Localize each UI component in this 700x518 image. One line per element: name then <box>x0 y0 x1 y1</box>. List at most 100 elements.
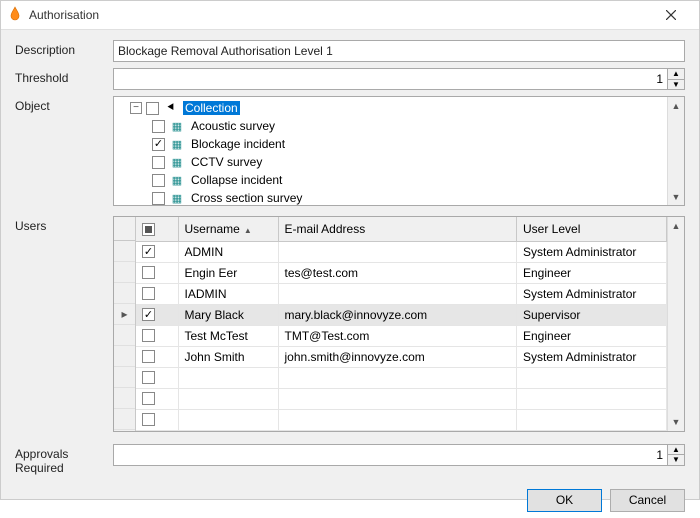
tree-child-checkbox[interactable] <box>152 174 165 187</box>
cell-username[interactable] <box>178 409 278 430</box>
table-row[interactable]: Mary Blackmary.black@innovyze.comSupervi… <box>136 304 667 325</box>
approvals-stepper[interactable]: ▲ ▼ <box>113 444 685 466</box>
cell-username[interactable]: Mary Black <box>178 304 278 325</box>
row-header[interactable] <box>114 367 135 388</box>
row-header[interactable] <box>114 262 135 283</box>
cell-username[interactable] <box>178 388 278 409</box>
tree-child-checkbox[interactable] <box>152 156 165 169</box>
cell-email[interactable]: mary.black@innovyze.com <box>278 304 517 325</box>
description-input[interactable] <box>113 40 685 62</box>
threshold-stepper[interactable]: ▲ ▼ <box>113 68 685 90</box>
users-grid[interactable]: ▸ Username▲ E-mail Address User Level <box>113 216 685 432</box>
row-header[interactable] <box>114 409 135 430</box>
tree-root-row[interactable]: − ⯇ Collection <box>118 99 667 117</box>
cell-email[interactable] <box>278 241 517 262</box>
object-tree[interactable]: − ⯇ Collection ▦Acoustic survey▦Blockage… <box>113 96 685 206</box>
tree-child-label[interactable]: CCTV survey <box>189 155 264 169</box>
cell-email[interactable] <box>278 388 517 409</box>
tree-child-label[interactable]: Collapse incident <box>189 173 284 187</box>
threshold-row: Threshold ▲ ▼ <box>15 68 685 90</box>
tree-child-checkbox[interactable] <box>152 138 165 151</box>
row-checkbox[interactable] <box>142 287 155 300</box>
tree-root-label[interactable]: Collection <box>183 101 240 115</box>
cell-username[interactable]: IADMIN <box>178 283 278 304</box>
approvals-spin-up[interactable]: ▲ <box>667 444 685 455</box>
row-header[interactable] <box>114 346 135 367</box>
tree-root-checkbox[interactable] <box>146 102 159 115</box>
table-row[interactable] <box>136 367 667 388</box>
tree-child-row[interactable]: ▦Cross section survey <box>118 189 667 206</box>
cell-username[interactable] <box>178 367 278 388</box>
tree-child-row[interactable]: ▦Blockage incident <box>118 135 667 153</box>
cell-email[interactable]: john.smith@innovyze.com <box>278 346 517 367</box>
column-header-level[interactable]: User Level <box>517 217 667 241</box>
table-row[interactable]: IADMIN System Administrator <box>136 283 667 304</box>
tree-child-row[interactable]: ▦ Collapse incident <box>118 171 667 189</box>
approvals-spin-down[interactable]: ▼ <box>667 454 685 466</box>
cell-level[interactable]: System Administrator <box>517 346 667 367</box>
tree-child-label[interactable]: Blockage incident <box>189 137 287 151</box>
table-row[interactable]: ADMIN System Administrator <box>136 241 667 262</box>
row-checkbox[interactable] <box>142 308 155 321</box>
document-icon: ▦ <box>169 173 185 187</box>
tree-child-label[interactable]: Cross section survey <box>189 191 304 205</box>
row-checkbox[interactable] <box>142 329 155 342</box>
column-header-username[interactable]: Username▲ <box>178 217 278 241</box>
row-checkbox[interactable] <box>142 371 155 384</box>
cell-level[interactable]: System Administrator <box>517 283 667 304</box>
cell-username[interactable]: Engin Eer <box>178 262 278 283</box>
column-header-email[interactable]: E-mail Address <box>278 217 517 241</box>
tree-child-label[interactable]: Acoustic survey <box>189 119 277 133</box>
cancel-button[interactable]: Cancel <box>610 489 685 512</box>
table-row[interactable]: John Smithjohn.smith@innovyze.comSystem … <box>136 346 667 367</box>
object-tree-scrollbar[interactable]: ▲ ▼ <box>667 97 684 205</box>
table-row[interactable] <box>136 409 667 430</box>
table-row[interactable]: Test McTestTMT@Test.comEngineer <box>136 325 667 346</box>
cell-email[interactable] <box>278 409 517 430</box>
cell-level[interactable]: Engineer <box>517 262 667 283</box>
row-header[interactable] <box>114 241 135 262</box>
close-button[interactable] <box>651 1 691 29</box>
approvals-input[interactable] <box>113 444 667 466</box>
cell-level[interactable] <box>517 367 667 388</box>
cell-level[interactable]: System Administrator <box>517 241 667 262</box>
row-checkbox[interactable] <box>142 266 155 279</box>
tree-collapse-icon[interactable]: − <box>130 102 142 114</box>
scroll-up-icon[interactable]: ▲ <box>668 217 684 234</box>
cell-level[interactable] <box>517 409 667 430</box>
users-grid-scrollbar[interactable]: ▲ ▼ <box>667 217 684 431</box>
cell-username[interactable]: ADMIN <box>178 241 278 262</box>
cell-email[interactable]: tes@test.com <box>278 262 517 283</box>
tree-child-row[interactable]: ▦CCTV survey <box>118 153 667 171</box>
ok-button[interactable]: OK <box>527 489 602 512</box>
threshold-input[interactable] <box>113 68 667 90</box>
scroll-down-icon[interactable]: ▼ <box>668 188 684 205</box>
table-row[interactable]: Engin Eertes@test.comEngineer <box>136 262 667 283</box>
cell-email[interactable]: TMT@Test.com <box>278 325 517 346</box>
cell-level[interactable]: Supervisor <box>517 304 667 325</box>
threshold-spin-down[interactable]: ▼ <box>667 79 685 91</box>
row-checkbox[interactable] <box>142 350 155 363</box>
row-checkbox[interactable] <box>142 392 155 405</box>
scroll-up-icon[interactable]: ▲ <box>668 97 684 114</box>
cell-username[interactable]: Test McTest <box>178 325 278 346</box>
tree-child-checkbox[interactable] <box>152 120 165 133</box>
row-header[interactable] <box>114 283 135 304</box>
cell-username[interactable]: John Smith <box>178 346 278 367</box>
tree-child-checkbox[interactable] <box>152 192 165 205</box>
table-row[interactable] <box>136 388 667 409</box>
threshold-spin-up[interactable]: ▲ <box>667 68 685 79</box>
column-header-select[interactable] <box>136 217 178 241</box>
cell-email[interactable] <box>278 283 517 304</box>
scroll-down-icon[interactable]: ▼ <box>668 414 684 431</box>
tree-child-row[interactable]: ▦Acoustic survey <box>118 117 667 135</box>
row-checkbox[interactable] <box>142 413 155 426</box>
cell-level[interactable]: Engineer <box>517 325 667 346</box>
cell-level[interactable] <box>517 388 667 409</box>
select-all-checkbox[interactable] <box>142 223 155 236</box>
row-header[interactable]: ▸ <box>114 304 135 325</box>
row-checkbox[interactable] <box>142 245 155 258</box>
row-header[interactable] <box>114 388 135 409</box>
row-header[interactable] <box>114 325 135 346</box>
cell-email[interactable] <box>278 367 517 388</box>
